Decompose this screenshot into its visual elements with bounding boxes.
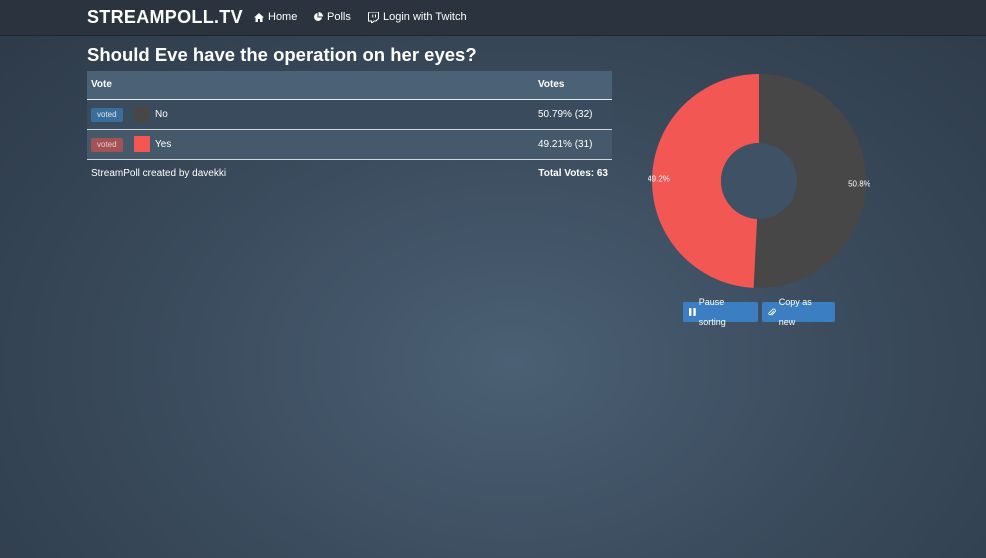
poll-question: Should Eve have the operation on her eye… bbox=[87, 44, 477, 65]
voted-badge: voted bbox=[91, 108, 123, 122]
vote-column-header: Vote bbox=[91, 79, 112, 90]
nav-polls[interactable]: Polls bbox=[313, 11, 351, 23]
nav-home-label: Home bbox=[268, 11, 298, 23]
pie-slice-label: 50.8% bbox=[848, 180, 870, 189]
nav-polls-label: Polls bbox=[327, 11, 351, 23]
votes-column-header: Votes bbox=[538, 79, 565, 90]
total-votes: Total Votes: 63 bbox=[538, 168, 608, 179]
copy-as-new-button[interactable]: Copy as new bbox=[762, 297, 835, 327]
option-votes: 50.79% (32) bbox=[538, 109, 593, 120]
table-header: Vote Votes bbox=[87, 71, 612, 100]
home-icon bbox=[254, 12, 264, 22]
navbar: STREAMPOLL.TV Home Polls Login with Twit… bbox=[0, 0, 986, 36]
pause-sorting-button[interactable]: Pause sorting bbox=[683, 297, 758, 327]
creator-credit: StreamPoll created by davekki bbox=[91, 168, 227, 179]
table-row[interactable]: voted Yes 49.21% (31) bbox=[87, 130, 612, 160]
donut-chart: 50.8% 49.2% bbox=[648, 74, 870, 288]
nav-login-label: Login with Twitch bbox=[383, 11, 467, 23]
option-label: No bbox=[155, 109, 168, 120]
pie-slice-label: 49.2% bbox=[648, 174, 670, 183]
pause-sorting-label: Pause sorting bbox=[698, 297, 726, 327]
table-footer: StreamPoll created by davekki Total Vote… bbox=[87, 160, 612, 182]
option-votes: 49.21% (31) bbox=[538, 139, 593, 150]
table-row[interactable]: voted No 50.79% (32) bbox=[87, 100, 612, 130]
paperclip-icon bbox=[768, 308, 776, 316]
nav-login-twitch[interactable]: Login with Twitch bbox=[368, 11, 467, 23]
color-swatch bbox=[134, 106, 150, 122]
voted-badge: voted bbox=[91, 138, 123, 152]
color-swatch bbox=[134, 136, 150, 152]
copy-as-new-label: Copy as new bbox=[778, 297, 812, 327]
nav-home[interactable]: Home bbox=[254, 11, 297, 23]
results-table: Vote Votes voted No 50.79% (32) voted Ye… bbox=[87, 71, 612, 182]
brand-logo[interactable]: STREAMPOLL.TV bbox=[87, 7, 243, 28]
pie-chart-icon bbox=[314, 12, 323, 21]
option-label: Yes bbox=[155, 139, 172, 150]
donut-hole bbox=[721, 143, 797, 219]
twitch-icon bbox=[368, 11, 379, 23]
pause-icon bbox=[689, 308, 696, 316]
